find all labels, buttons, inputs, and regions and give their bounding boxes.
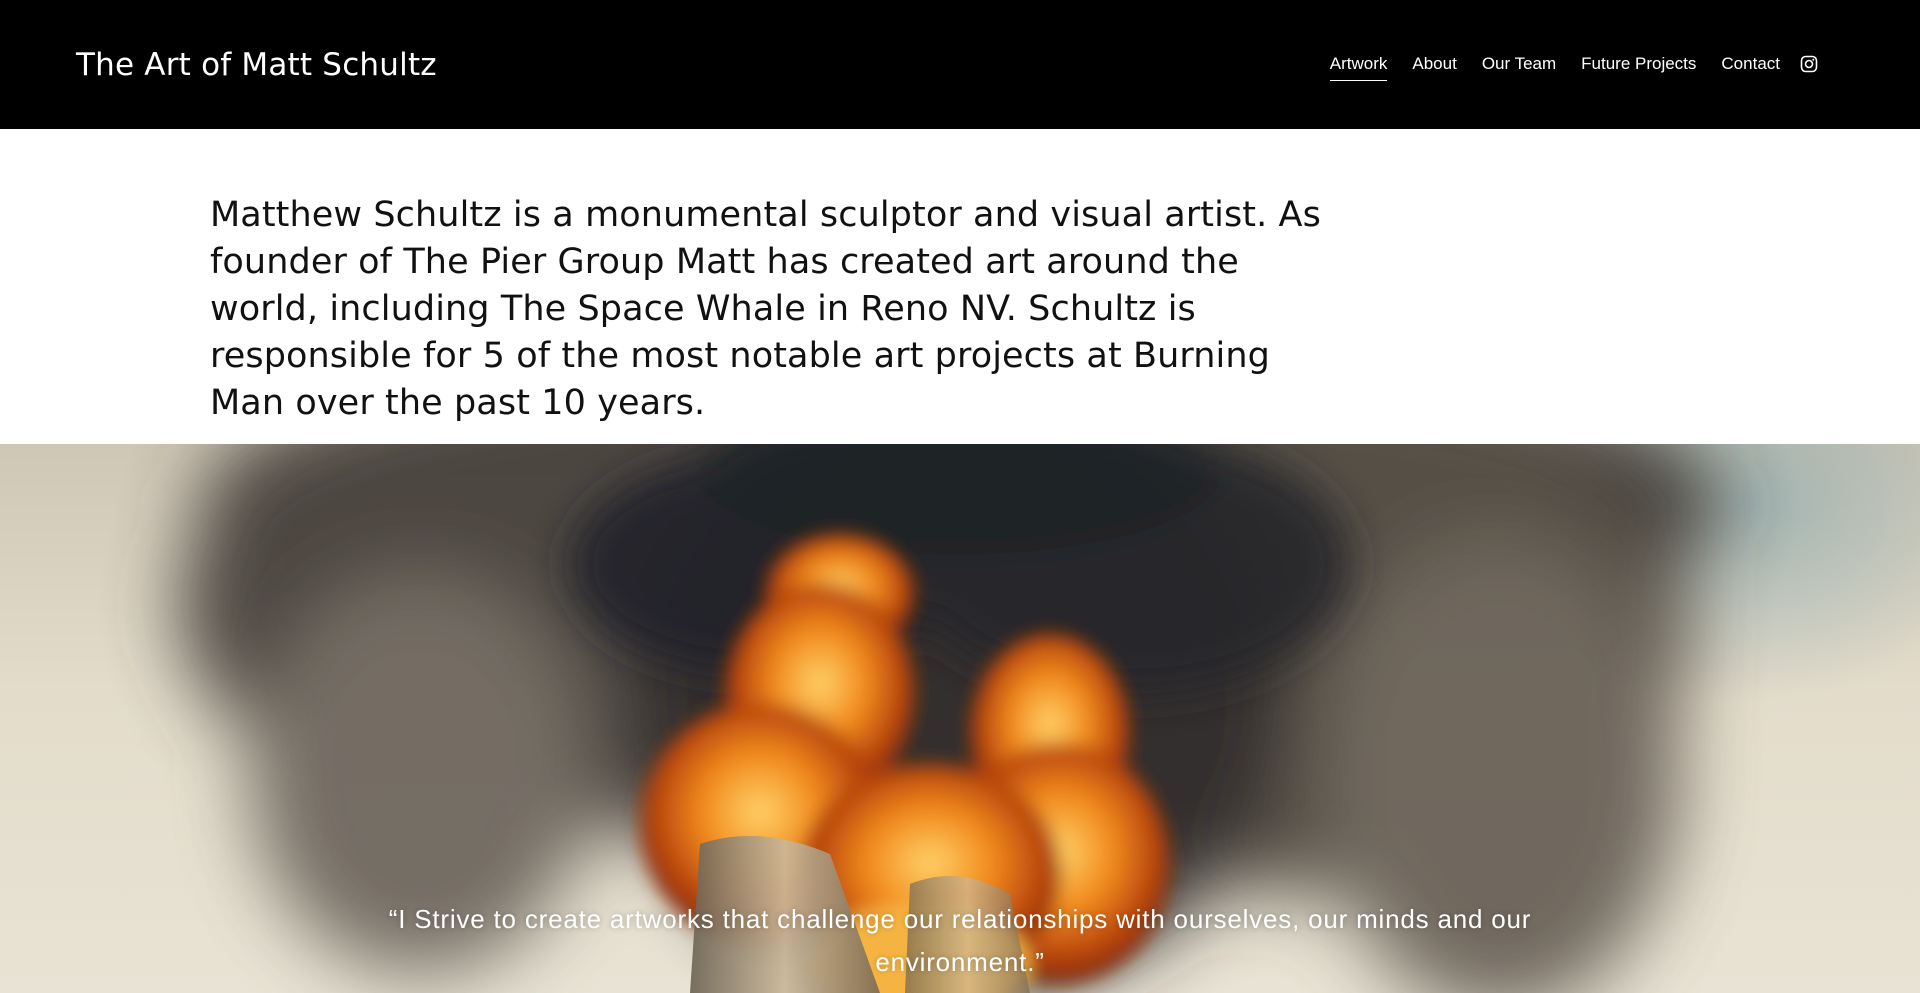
main-nav: Artwork About Our Team Future Projects C…	[1329, 50, 1818, 81]
intro-text: Matthew Schultz is a monumental sculptor…	[210, 195, 1321, 423]
nav-our-team[interactable]: Our Team	[1482, 50, 1556, 78]
hero-section: “I Strive to create artworks that challe…	[0, 444, 1920, 993]
nav-future-projects[interactable]: Future Projects	[1581, 50, 1696, 78]
site-title[interactable]: The Art of Matt Schultz	[76, 44, 437, 86]
intro-section: Matthew Schultz is a monumental sculptor…	[0, 129, 1920, 444]
nav-about[interactable]: About	[1412, 50, 1456, 78]
artist-quote: “I Strive to create artworks that challe…	[388, 904, 1532, 977]
nav-contact[interactable]: Contact	[1721, 50, 1780, 78]
instagram-icon[interactable]	[1800, 55, 1818, 73]
site-header: The Art of Matt Schultz Artwork About Ou…	[0, 0, 1920, 129]
nav-artwork[interactable]: Artwork	[1329, 50, 1387, 81]
